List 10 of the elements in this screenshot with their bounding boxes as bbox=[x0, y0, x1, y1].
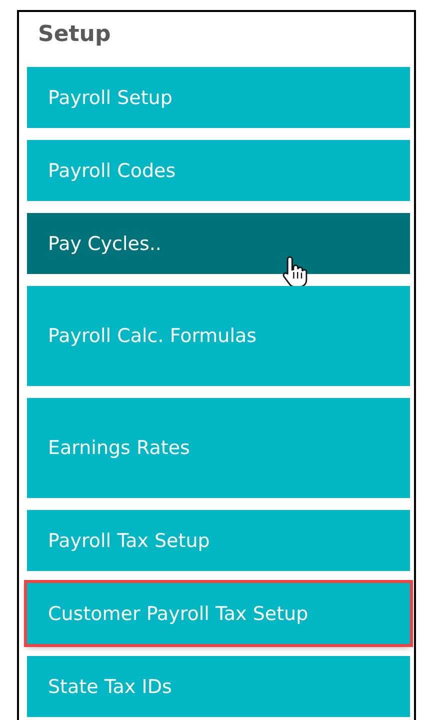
menu-tile[interactable]: State Tax IDs bbox=[27, 656, 410, 717]
menu-tile[interactable]: Payroll Tax Setup bbox=[27, 510, 410, 571]
hand-cursor-icon bbox=[282, 255, 308, 289]
menu-tile[interactable]: Customer Payroll Tax Setup bbox=[27, 583, 410, 644]
menu-tile[interactable]: Payroll Calc. Formulas bbox=[27, 286, 410, 386]
menu-tile[interactable]: Payroll Codes bbox=[27, 140, 410, 201]
menu-tile[interactable]: Earnings Rates bbox=[27, 398, 410, 498]
menu-tile[interactable]: Payroll Setup bbox=[27, 67, 410, 128]
panel-title: Setup bbox=[37, 21, 112, 49]
menu-tile[interactable]: Pay Cycles.. bbox=[27, 213, 410, 274]
